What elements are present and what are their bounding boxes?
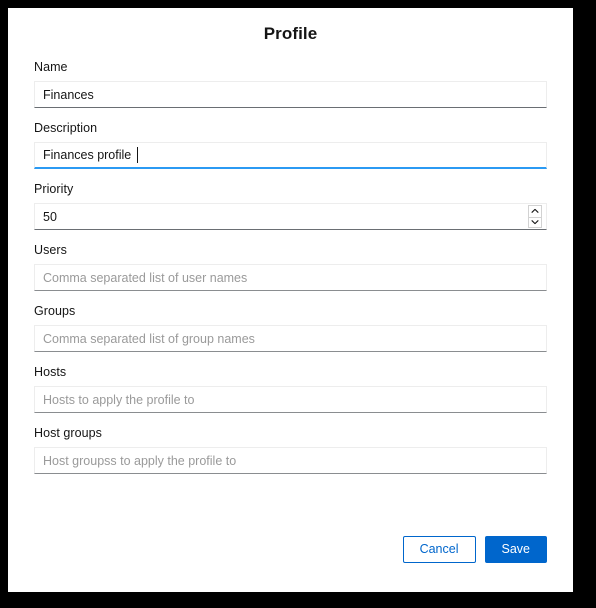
hosts-input-wrap xyxy=(34,386,547,413)
host-groups-input-wrap xyxy=(34,447,547,474)
label-description: Description xyxy=(34,121,98,135)
profile-dialog: Profile Name Description Priority xyxy=(8,8,573,592)
priority-input-wrap xyxy=(34,203,547,230)
name-input[interactable] xyxy=(34,81,547,108)
field-group-description: Description xyxy=(34,120,547,169)
dialog-footer: Cancel Save xyxy=(402,536,547,563)
stepper-decrement-button[interactable] xyxy=(528,216,542,228)
groups-input[interactable] xyxy=(34,325,547,352)
chevron-up-icon xyxy=(531,209,539,214)
name-input-wrap xyxy=(34,81,547,108)
label-host-groups: Host groups xyxy=(34,426,102,440)
screen-frame: Profile Name Description Priority xyxy=(0,0,596,608)
save-button[interactable]: Save xyxy=(484,536,547,563)
quantity-stepper[interactable] xyxy=(528,205,542,228)
text-caret xyxy=(137,147,138,163)
label-hosts: Hosts xyxy=(34,365,67,379)
field-group-hosts: Hosts xyxy=(34,364,547,413)
label-priority: Priority xyxy=(34,182,74,196)
label-users: Users xyxy=(34,243,67,257)
description-input-wrap xyxy=(34,142,547,169)
stepper-increment-button[interactable] xyxy=(528,205,542,217)
label-name: Name xyxy=(34,60,68,74)
profile-form: Name Description Priority xyxy=(8,59,573,474)
field-group-priority: Priority xyxy=(34,181,547,230)
page-title: Profile xyxy=(263,24,318,43)
chevron-down-icon xyxy=(531,220,539,225)
field-group-groups: Groups xyxy=(34,303,547,352)
field-group-name: Name xyxy=(34,59,547,108)
cancel-button[interactable]: Cancel xyxy=(402,536,476,563)
users-input-wrap xyxy=(34,264,547,291)
label-groups: Groups xyxy=(34,304,76,318)
priority-input[interactable] xyxy=(34,203,547,230)
hosts-input[interactable] xyxy=(34,386,547,413)
host-groups-input[interactable] xyxy=(34,447,547,474)
field-group-host-groups: Host groups xyxy=(34,425,547,474)
users-input[interactable] xyxy=(34,264,547,291)
field-group-users: Users xyxy=(34,242,547,291)
description-input[interactable] xyxy=(34,142,547,169)
groups-input-wrap xyxy=(34,325,547,352)
